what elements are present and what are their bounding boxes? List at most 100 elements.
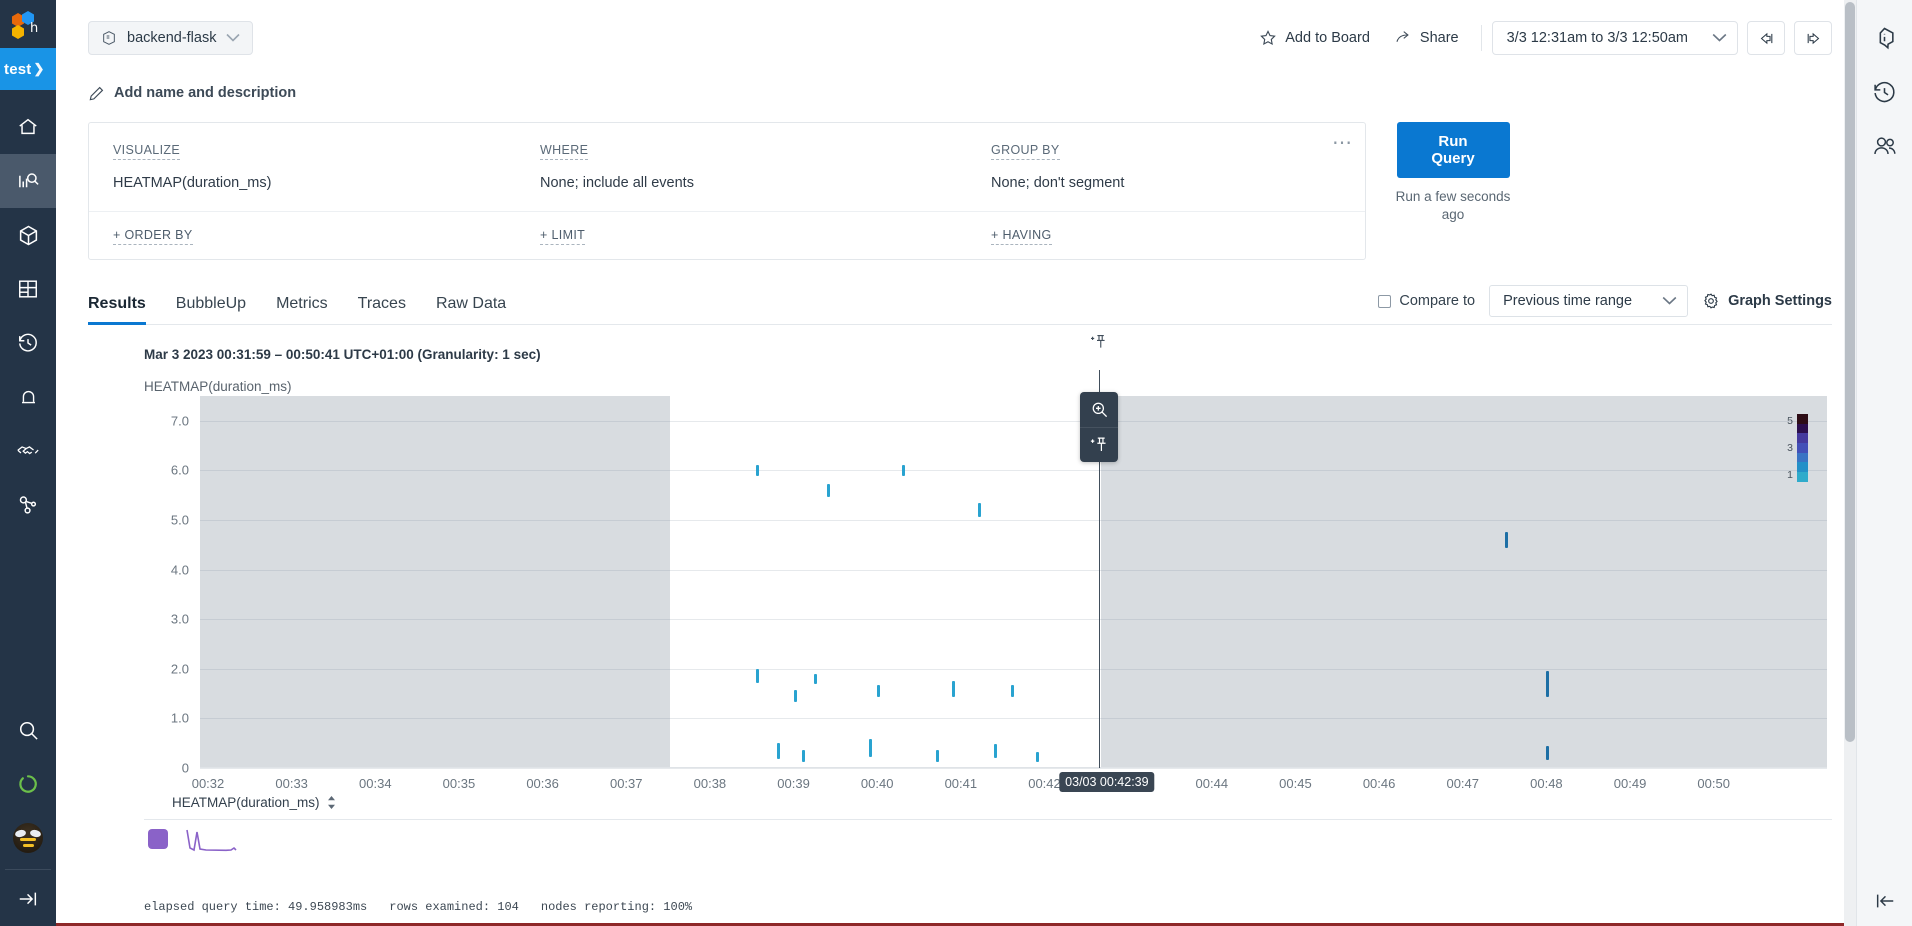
gear-icon (1704, 293, 1718, 309)
toolbar-actions: Add to Board Share 3/3 12:31am to 3/3 12… (1247, 21, 1832, 55)
vertical-scrollbar[interactable] (1844, 0, 1856, 926)
sidebar-item-slos[interactable] (0, 424, 56, 478)
tab-metrics[interactable]: Metrics (276, 295, 328, 324)
share-button[interactable]: Share (1382, 23, 1471, 53)
x-axis-tick: 00:32 (191, 776, 225, 791)
run-query-button[interactable]: Run Query (1396, 122, 1510, 178)
crosshair-line[interactable] (1080, 335, 1119, 768)
tabs-right-controls: Compare to Previous time range Graph Set… (1378, 285, 1832, 324)
y-axis-tick: 0 (181, 760, 189, 776)
arrow-left-icon (1760, 32, 1772, 44)
clause-visualize-value[interactable]: HEATMAP(duration_ms) (113, 175, 540, 191)
clause-group-by-value[interactable]: None; don't segment (991, 175, 1341, 191)
tab-results[interactable]: Results (88, 295, 146, 325)
dataset-name: backend-flask (127, 30, 217, 46)
handshake-icon (17, 446, 39, 455)
add-having-button[interactable]: + HAVING (991, 228, 1052, 245)
right-item-collaborators[interactable] (1863, 124, 1907, 168)
x-axis-tick: 00:35 (442, 776, 476, 791)
color-scale-swatch (1797, 443, 1808, 453)
sidebar-item-history[interactable] (0, 316, 56, 370)
grid-line (200, 520, 1827, 521)
x-axis-tick: 00:50 (1697, 776, 1730, 791)
graph-settings-button[interactable]: Graph Settings (1702, 292, 1832, 310)
environment-selector[interactable]: test ❯ (0, 48, 56, 90)
clause-group-by-label[interactable]: GROUP BY (991, 143, 1060, 160)
left-nav-items (0, 100, 56, 532)
right-collapse-button[interactable] (1857, 890, 1912, 912)
honeycomb-logo[interactable]: h (0, 0, 56, 48)
series-color-swatch (148, 828, 168, 849)
add-name-description-button[interactable]: Add name and description (56, 76, 1856, 110)
sidebar-item-datasets[interactable] (0, 208, 56, 262)
add-name-description-label: Add name and description (114, 85, 297, 101)
compare-to-checkbox[interactable] (1378, 294, 1392, 308)
dataset-selector[interactable]: backend-flask (88, 21, 254, 55)
x-axis-tick: 00:44 (1195, 776, 1229, 791)
info-hex-icon (1879, 27, 1894, 49)
sidebar-item-home[interactable] (0, 100, 56, 154)
sidebar-item-boards[interactable] (0, 262, 56, 316)
add-to-board-button[interactable]: Add to Board (1247, 23, 1382, 53)
series-header[interactable]: HEATMAP(duration_ms) (144, 795, 1832, 819)
heatmap-mark (755, 464, 759, 476)
tab-raw-data[interactable]: Raw Data (436, 295, 506, 324)
heatmap-mark (868, 739, 872, 758)
time-shift-forward-button[interactable] (1794, 21, 1832, 55)
query-more-options-button[interactable]: ⋯ (1332, 133, 1353, 153)
query-add-clause-row: + ORDER BY + LIMIT + HAVING (89, 211, 1365, 259)
tab-bubbleup[interactable]: BubbleUp (176, 295, 246, 324)
pin-marker-button[interactable] (1080, 427, 1119, 462)
sidebar-item-query[interactable] (0, 154, 56, 208)
clause-where-label[interactable]: WHERE (540, 143, 589, 160)
x-axis-tick: 00:38 (693, 776, 727, 791)
bell-icon (21, 390, 35, 403)
heatmap-mark (877, 685, 881, 698)
arrow-right-icon (1807, 32, 1819, 44)
chevron-down-icon (226, 29, 241, 47)
time-range-selector[interactable]: 3/3 12:31am to 3/3 12:50am (1491, 21, 1738, 55)
sidebar-item-search[interactable] (0, 703, 56, 757)
color-scale-swatch (1797, 433, 1808, 444)
sidebar-expand-toggle[interactable] (0, 872, 56, 926)
compare-to-checkbox-group[interactable]: Compare to (1378, 293, 1475, 309)
svg-text:h: h (30, 21, 38, 36)
clause-where-value[interactable]: None; include all events (540, 175, 991, 191)
pin-plus-icon[interactable] (1090, 334, 1108, 355)
color-scale-max: 5 (1787, 415, 1793, 427)
grid-line (200, 619, 1827, 621)
sidebar-item-account[interactable] (0, 811, 56, 865)
left-nav-bottom (0, 703, 56, 926)
sidebar-item-service-map[interactable] (0, 478, 56, 532)
color-scale-swatch (1797, 414, 1808, 424)
scrollbar-thumb[interactable] (1845, 2, 1855, 742)
add-limit-button[interactable]: + LIMIT (540, 228, 586, 245)
clause-where: WHERE None; include all events (540, 141, 991, 191)
chart-title: HEATMAP(duration_ms) (144, 379, 292, 394)
tab-traces[interactable]: Traces (358, 295, 406, 324)
heatmap-mark (1546, 746, 1550, 761)
toolbar-divider (1480, 25, 1482, 51)
right-item-info[interactable] (1863, 16, 1907, 60)
left-sidebar: h test ❯ (0, 0, 56, 926)
nodes-graph-icon (19, 496, 37, 514)
share-label: Share (1419, 30, 1459, 46)
right-item-history[interactable] (1863, 70, 1907, 114)
sidebar-item-status[interactable] (0, 757, 56, 811)
x-axis-tick: 00:42 (1028, 776, 1061, 791)
x-axis-tick: 00:47 (1446, 776, 1480, 791)
series-row[interactable] (144, 819, 1832, 857)
y-axis-tick: 2.0 (170, 661, 189, 677)
sidebar-item-triggers[interactable] (0, 370, 56, 424)
heatmap-mark (1504, 531, 1508, 548)
time-shift-back-button[interactable] (1747, 21, 1785, 55)
add-to-board-label: Add to Board (1285, 30, 1370, 46)
chevron-right-icon: ❯ (33, 61, 45, 76)
app-root: h test ❯ backend-flask Add to Board Shar… (0, 0, 1912, 926)
heatmap-plot[interactable] (200, 335, 1827, 769)
add-order-by-button[interactable]: + ORDER BY (113, 228, 193, 245)
nodes-reporting: nodes reporting: 100% (540, 899, 693, 914)
compare-range-select[interactable]: Previous time range (1489, 285, 1689, 317)
clause-visualize-label[interactable]: VISUALIZE (113, 143, 181, 160)
zoom-in-button[interactable] (1080, 392, 1118, 427)
